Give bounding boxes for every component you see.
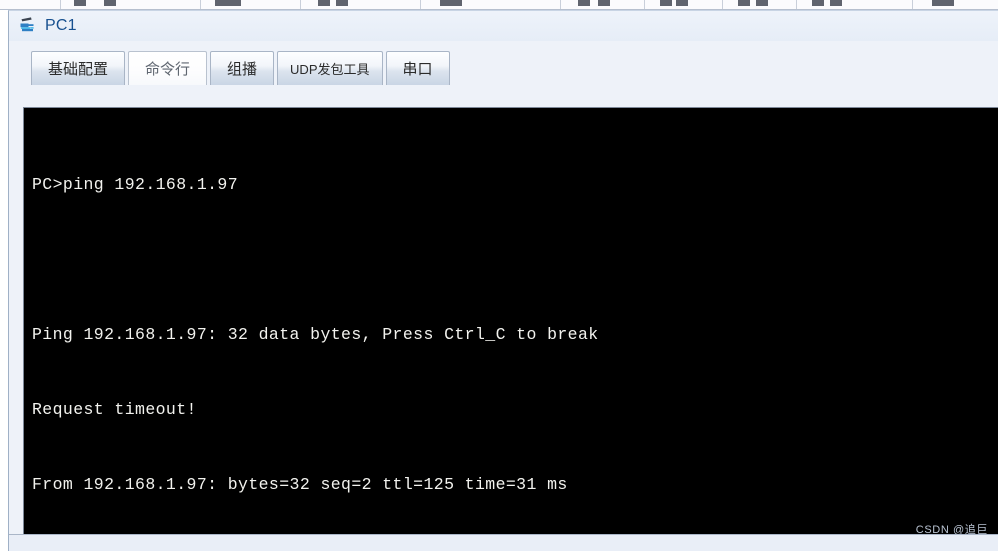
toolbar-icon-glyph — [318, 0, 330, 6]
toolbar-icon-glyph — [756, 0, 768, 6]
terminal-output: PC>ping 192.168.1.97 Ping 192.168.1.97: … — [24, 108, 998, 545]
pc1-window: PC1 基础配置 命令行 组播 UDP发包工具 串口 PC>ping 192.1… — [8, 10, 998, 551]
tab-label: 基础配置 — [48, 61, 109, 78]
toolbar-separator — [420, 0, 421, 9]
toolbar-icon-glyph — [104, 0, 116, 6]
tab-strip: 基础配置 命令行 组播 UDP发包工具 串口 — [23, 47, 998, 85]
toolbar-icon-glyph — [440, 0, 462, 6]
window-footer — [9, 534, 998, 551]
toolbar-icon-glyph — [830, 0, 842, 6]
toolbar-icon-glyph — [676, 0, 688, 6]
toolbar-separator — [722, 0, 723, 9]
toolbar-separator — [300, 0, 301, 9]
application-root: PC1 基础配置 命令行 组播 UDP发包工具 串口 PC>ping 192.1… — [0, 0, 998, 551]
toolbar-icon-glyph — [738, 0, 750, 6]
toolbar-icon-glyph — [660, 0, 672, 6]
toolbar-icon-glyph — [336, 0, 348, 6]
tab-pane: 基础配置 命令行 组播 UDP发包工具 串口 — [23, 47, 998, 85]
toolbar-icon-glyph — [812, 0, 824, 6]
tab-command-line[interactable]: 命令行 — [128, 51, 208, 85]
terminal-line: Ping 192.168.1.97: 32 data bytes, Press … — [32, 325, 599, 344]
toolbar-icon-glyph — [74, 0, 86, 6]
tab-udp-sender[interactable]: UDP发包工具 — [277, 51, 383, 85]
tab-serial-port[interactable]: 串口 — [385, 51, 450, 85]
tab-label: 组播 — [227, 61, 258, 78]
terminal-line: From 192.168.1.97: bytes=32 seq=2 ttl=12… — [32, 475, 568, 494]
terminal-line: Request timeout! — [32, 400, 197, 419]
terminal-line: PC>ping 192.168.1.97 — [32, 175, 239, 194]
toolbar-separator — [200, 0, 201, 9]
parent-toolbar-sliver — [0, 0, 998, 10]
toolbar-icon-glyph — [932, 0, 954, 6]
tab-basic-config[interactable]: 基础配置 — [31, 51, 126, 85]
pc-device-icon — [17, 15, 39, 37]
toolbar-separator — [644, 0, 645, 9]
tab-label: UDP发包工具 — [290, 62, 370, 77]
terminal-console[interactable]: PC>ping 192.168.1.97 Ping 192.168.1.97: … — [23, 107, 998, 545]
window-titlebar: PC1 — [9, 11, 998, 41]
toolbar-icon-glyph — [215, 0, 241, 6]
toolbar-separator — [796, 0, 797, 9]
tab-multicast[interactable]: 组播 — [210, 51, 275, 85]
tab-label: 串口 — [402, 61, 433, 78]
toolbar-separator — [912, 0, 913, 9]
tab-label: 命令行 — [145, 61, 191, 78]
toolbar-icon-glyph — [598, 0, 610, 6]
toolbar-icon-glyph — [578, 0, 590, 6]
toolbar-separator — [560, 0, 561, 9]
toolbar-separator — [60, 0, 61, 9]
window-title: PC1 — [45, 17, 77, 34]
